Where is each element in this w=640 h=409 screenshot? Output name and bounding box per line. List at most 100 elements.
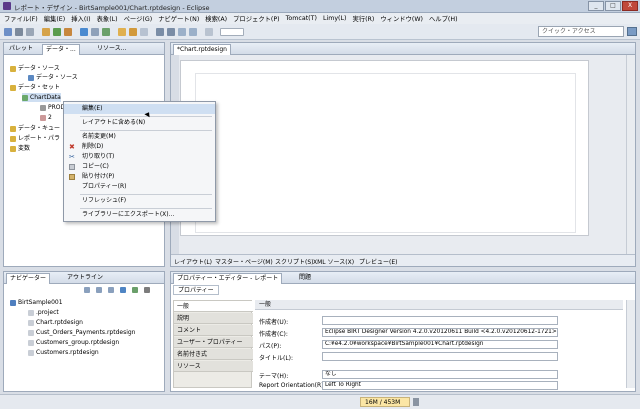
tree-data-cubes[interactable]: データ・キュー	[10, 124, 60, 133]
editor-tabstrip: *Chart.rptdesign	[171, 43, 635, 55]
tree-project[interactable]: BirtSample001	[10, 298, 63, 307]
tab-resources[interactable]: リソース...	[94, 44, 129, 55]
annotation-icon[interactable]	[129, 28, 137, 36]
properties-scrollbar[interactable]	[626, 300, 635, 388]
tree-column-2[interactable]: 2	[40, 113, 52, 122]
back-icon[interactable]	[84, 287, 90, 293]
link-icon[interactable]	[132, 287, 138, 293]
run-icon[interactable]	[53, 28, 61, 36]
tab-chart-rptdesign[interactable]: *Chart.rptdesign	[173, 44, 231, 55]
close-button[interactable]: X	[622, 1, 638, 11]
editor-scrollbar[interactable]	[626, 55, 635, 255]
menu-page[interactable]: ページ(G)	[124, 14, 153, 23]
garbage-collect-icon[interactable]	[413, 398, 419, 406]
report-page[interactable]	[180, 60, 589, 236]
quick-access-input[interactable]: クイック・アクセス	[538, 26, 624, 37]
menu-item-include-in-layout[interactable]: レイアウトに含める(N)	[64, 118, 215, 128]
category-user-props[interactable]: ユーザー・プロパティー	[174, 337, 253, 348]
tab-xml-source[interactable]: XML ソース(X)	[313, 257, 354, 266]
tree-file[interactable]: Customers.rptdesign	[28, 348, 99, 357]
zoom-icon[interactable]	[205, 28, 213, 36]
menu-item-delete[interactable]: ✖ 削除(D)	[64, 142, 215, 152]
forward-icon[interactable]	[189, 28, 197, 36]
menu-tomcat[interactable]: Tomcat(T)	[286, 15, 317, 22]
theme-select[interactable]: なし	[322, 370, 558, 379]
next-icon[interactable]	[156, 28, 164, 36]
tab-properties-sub[interactable]: プロパティー	[173, 285, 219, 295]
tree-data-sets[interactable]: データ・セット	[10, 83, 60, 92]
menu-item-edit[interactable]: 編集(E)	[64, 104, 215, 114]
save-icon[interactable]	[15, 28, 23, 36]
path-input[interactable]: C:¥e4.2.0¥workspace¥BirtSample001¥Chart.…	[322, 340, 558, 349]
new-project-icon[interactable]	[80, 28, 88, 36]
menu-search[interactable]: 検索(A)	[205, 14, 227, 23]
menu-edit[interactable]: 編集(E)	[44, 14, 66, 23]
menu-help[interactable]: ヘルプ(H)	[429, 14, 458, 23]
menu-item-cut[interactable]: ✂ 切り取り(T)	[64, 152, 215, 162]
title-input[interactable]	[322, 352, 558, 361]
external-tools-icon[interactable]	[64, 28, 72, 36]
orientation-select[interactable]: Left To Right	[322, 381, 558, 390]
collapse-all-icon[interactable]	[120, 287, 126, 293]
zoom-combo[interactable]	[220, 28, 244, 36]
tab-data-explorer[interactable]: データ・...	[42, 44, 80, 55]
menu-limy[interactable]: Limy(L)	[323, 15, 347, 22]
search-icon[interactable]	[102, 28, 110, 36]
forward-icon[interactable]	[96, 287, 102, 293]
folder-icon[interactable]	[118, 28, 126, 36]
tree-file[interactable]: .project	[28, 308, 59, 317]
tree-chartdata[interactable]: ChartData	[22, 93, 61, 102]
author-input[interactable]	[322, 316, 558, 325]
menu-item-properties[interactable]: プロパティー(R)	[64, 182, 215, 192]
tab-problems[interactable]: 問題	[296, 273, 314, 284]
new-icon[interactable]	[4, 28, 12, 36]
menu-window[interactable]: ウィンドウ(W)	[380, 14, 423, 23]
open-icon[interactable]	[42, 28, 50, 36]
tab-palette[interactable]: パレット	[6, 44, 36, 55]
new-class-icon[interactable]	[91, 28, 99, 36]
tree-file[interactable]: Customers_group.rptdesign	[28, 338, 119, 347]
heap-status[interactable]: 16M / 453M	[360, 397, 410, 407]
view-menu-icon[interactable]	[144, 287, 150, 293]
tree-variables[interactable]: 変数	[10, 144, 30, 153]
menu-file[interactable]: ファイル(F)	[4, 14, 38, 23]
menu-item-rename[interactable]: 名前変更(M)	[64, 132, 215, 142]
category-description[interactable]: 説明	[174, 313, 253, 324]
tree-data-sources[interactable]: データ・ソース	[10, 64, 60, 73]
tab-navigator[interactable]: ナビゲーター	[6, 273, 51, 284]
menu-item-refresh[interactable]: リフレッシュ(F)	[64, 196, 215, 206]
menu-item-export-to-library[interactable]: ライブラリーにエクスポート(X)...	[64, 210, 215, 220]
tree-file[interactable]: Chart.rptdesign	[28, 318, 83, 327]
maximize-button[interactable]: □	[605, 1, 621, 11]
tree-data-source-item[interactable]: データ・ソース	[28, 73, 78, 82]
print-icon[interactable]	[26, 28, 34, 36]
created-by-input[interactable]: Eclipse BIRT Designer Version 4.2.0.v201…	[322, 328, 558, 337]
tab-script[interactable]: スクリプト(S)	[275, 257, 314, 266]
menu-insert[interactable]: 挿入(I)	[71, 14, 90, 23]
category-named-exprs[interactable]: 名前付き式	[174, 349, 253, 360]
perspective-icon[interactable]	[627, 27, 637, 36]
tab-property-editor[interactable]: プロパティー・エディター - レポート	[173, 273, 283, 284]
tree-file[interactable]: Cust_Orders_Payments.rptdesign	[28, 328, 135, 337]
column-icon	[40, 104, 46, 111]
tab-preview[interactable]: プレビュー(E)	[359, 257, 397, 266]
up-icon[interactable]	[108, 287, 114, 293]
menu-run[interactable]: 実行(R)	[352, 14, 374, 23]
tab-master-page[interactable]: マスター・ページ(M)	[215, 257, 273, 266]
menu-item-paste[interactable]: 貼り付け(P)	[64, 172, 215, 182]
menu-item-copy[interactable]: コピー(C)	[64, 162, 215, 172]
prev-icon[interactable]	[167, 28, 175, 36]
menu-navigate[interactable]: ナビゲート(N)	[158, 14, 199, 23]
category-list: 一般 説明 コメント ユーザー・プロパティー 名前付き式 リソース	[173, 300, 253, 388]
pin-icon[interactable]	[140, 28, 148, 36]
tree-report-params[interactable]: レポート・パラ	[10, 134, 60, 143]
category-resources[interactable]: リソース	[174, 361, 253, 372]
category-general[interactable]: 一般	[174, 301, 253, 312]
minimize-button[interactable]: _	[588, 1, 604, 11]
menu-element[interactable]: 表象(L)	[97, 14, 118, 23]
tab-layout[interactable]: レイアウト(L)	[174, 257, 212, 266]
tab-outline[interactable]: アウトライン	[64, 273, 106, 284]
menu-project[interactable]: プロジェクト(P)	[233, 14, 280, 23]
back-icon[interactable]	[178, 28, 186, 36]
category-comment[interactable]: コメント	[174, 325, 253, 336]
